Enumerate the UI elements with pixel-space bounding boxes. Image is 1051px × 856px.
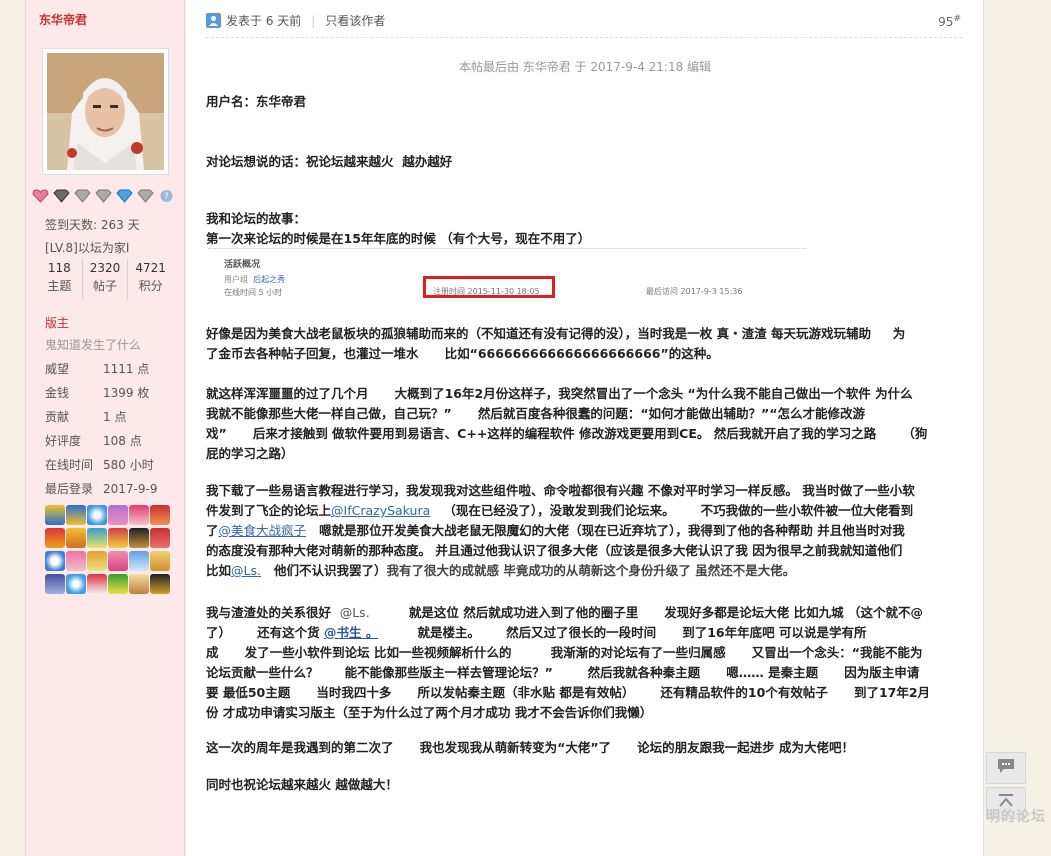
medal-icon[interactable] (66, 551, 86, 571)
blue-gem-icon (116, 189, 133, 203)
quick-reply-button[interactable] (986, 752, 1026, 784)
medal-icon[interactable] (108, 505, 128, 525)
medal-icon[interactable] (66, 505, 86, 525)
medal-icon[interactable] (108, 551, 128, 571)
medal-icon[interactable] (129, 551, 149, 571)
medal-icon[interactable] (129, 528, 149, 548)
medal-icon[interactable] (45, 551, 65, 571)
user-custom-title: 鬼知道发生了什么 (45, 338, 142, 352)
post-paragraph-5: 这一次的周年是我遇到的第二次了 我也发现我从萌新转变为“大佬”了 论坛的朋友跟我… (206, 740, 855, 755)
medal-icon[interactable] (87, 551, 107, 571)
medal-icon[interactable] (150, 528, 170, 548)
user-level[interactable]: [LV.8]以坛为家I (45, 239, 129, 256)
medal-icon[interactable] (108, 528, 128, 548)
heart-gem-icon (32, 189, 49, 203)
mention-text: @Ls. (339, 605, 370, 620)
mention-link[interactable]: @IfCrazySakura (331, 503, 430, 518)
post-paragraph-6: 同时也祝论坛越来越火 越做越大！ (206, 777, 398, 792)
author-username[interactable]: 东华帝君 (39, 11, 87, 28)
help-icon[interactable]: ? (158, 189, 175, 203)
mention-link[interactable]: @美食大战疯子 (219, 523, 307, 538)
shot-last-visit: 最后访问 2017-9-3 15:36 (646, 287, 743, 296)
divider: | (311, 13, 316, 28)
gray-gem-icon (137, 189, 154, 203)
stat-posts[interactable]: 2320 帖子 (83, 259, 129, 299)
medal-icon[interactable] (66, 528, 86, 548)
medal-icon[interactable] (66, 574, 86, 594)
user-stats: 118 主题 2320 帖子 4721 积分 (37, 259, 173, 299)
info-online-time: 在线时间 580 小时 (45, 458, 154, 472)
post-paragraph-3: 我下载了一些易语言教程进行学习，我发现我对这些组件啦、命令啦都很有兴趣 不像对平… (206, 483, 915, 578)
mention-link[interactable]: @Ls. (231, 563, 261, 578)
user-online-icon (206, 13, 221, 28)
post-paragraph-4: 我与渣渣处的关系很好 @Ls. 就是这位 然后就成功进入到了他的圈子里 发现好多… (206, 605, 931, 720)
divider (208, 248, 806, 249)
gray-gem-icon (95, 189, 112, 203)
medal-icon[interactable] (87, 505, 107, 525)
medal-icon[interactable] (87, 574, 107, 594)
post-wish-line: 对论坛想说的话：祝论坛越来越火 越办越好 (206, 154, 453, 169)
post-story-title: 我和论坛的故事： (206, 211, 307, 226)
author-sidebar: 东华帝君 ? 签到天数: 263 天 [LV.8]以坛为家I 118 主题 23… (25, 0, 185, 856)
medal-icon[interactable] (129, 574, 149, 594)
shot-title: 活跃概况 (224, 260, 261, 270)
medal-icon[interactable] (150, 574, 170, 594)
avatar-portrait-image (47, 53, 164, 170)
medal-grid (45, 505, 175, 594)
page-background-left (0, 0, 25, 856)
info-money: 金钱 1399 枚 (45, 386, 150, 400)
medal-icon[interactable] (45, 505, 65, 525)
post-paragraph-2: 就这样浑浑噩噩的过了几个月 大概到了16年2月份这样子，我突然冒出了一个念头 “… (206, 386, 928, 461)
post-time: 发表于 6 天前 (226, 14, 302, 28)
medal-icon[interactable] (45, 574, 65, 594)
medal-icon[interactable] (150, 551, 170, 571)
embedded-screenshot: 活跃概况 用户组 后起之秀 在线时间 5 小时 注册时间 2015-11-30 … (208, 248, 806, 304)
medal-icon[interactable] (150, 505, 170, 525)
comment-icon (997, 758, 1015, 778)
level-gems: ? (32, 189, 175, 203)
medal-icon[interactable] (129, 505, 149, 525)
info-contribution: 贡献 1 点 (45, 410, 127, 424)
svg-text:?: ? (164, 192, 169, 202)
gray-gem-icon (74, 189, 91, 203)
medal-icon[interactable] (45, 528, 65, 548)
only-author-link[interactable]: 只看该作者 (325, 12, 385, 29)
watermark: 明的论坛 (986, 809, 1046, 825)
divider (206, 37, 962, 38)
post-paragraph-1: 好像是因为美食大战老鼠板块的孤狼辅助而来的（不知道还有没有记得的没），当时我是一… (206, 326, 906, 361)
dark-gem-icon (53, 189, 70, 203)
info-last-login: 最后登录 2017-9-9 (45, 482, 158, 496)
post-meta: 发表于 6 天前 | 只看该作者 (206, 12, 385, 29)
mention-link[interactable]: @书生 。 (324, 625, 378, 640)
shot-online: 在线时间 5 小时 (224, 288, 283, 297)
post-username-line: 用户名：东华帝君 (206, 94, 307, 109)
page-background-right (985, 0, 1051, 856)
info-prestige: 威望 1111 点 (45, 362, 150, 376)
shot-group: 用户组 后起之秀 (224, 275, 286, 284)
post-first-visit: 第一次来论坛的时候是在15年年底的时候 （有个大号，现在不用了） (206, 231, 591, 246)
post-content-area: 发表于 6 天前 | 只看该作者 95# 本帖最后由 东华帝君 于 2017-9… (186, 0, 984, 856)
highlight-box (423, 276, 555, 298)
info-rating: 好评度 108 点 (45, 434, 142, 448)
medal-icon[interactable] (108, 574, 128, 594)
edit-note: 本帖最后由 东华帝君 于 2017-9-4 21:18 编辑 (458, 60, 712, 74)
signin-days: 签到天数: 263 天 (45, 218, 140, 232)
avatar[interactable] (42, 48, 169, 175)
floor-number[interactable]: 95# (938, 14, 961, 29)
medal-icon[interactable] (87, 528, 107, 548)
user-group[interactable]: 版主 (45, 314, 69, 331)
stat-points[interactable]: 4721 积分 (128, 259, 173, 299)
stat-topics[interactable]: 118 主题 (37, 259, 83, 299)
